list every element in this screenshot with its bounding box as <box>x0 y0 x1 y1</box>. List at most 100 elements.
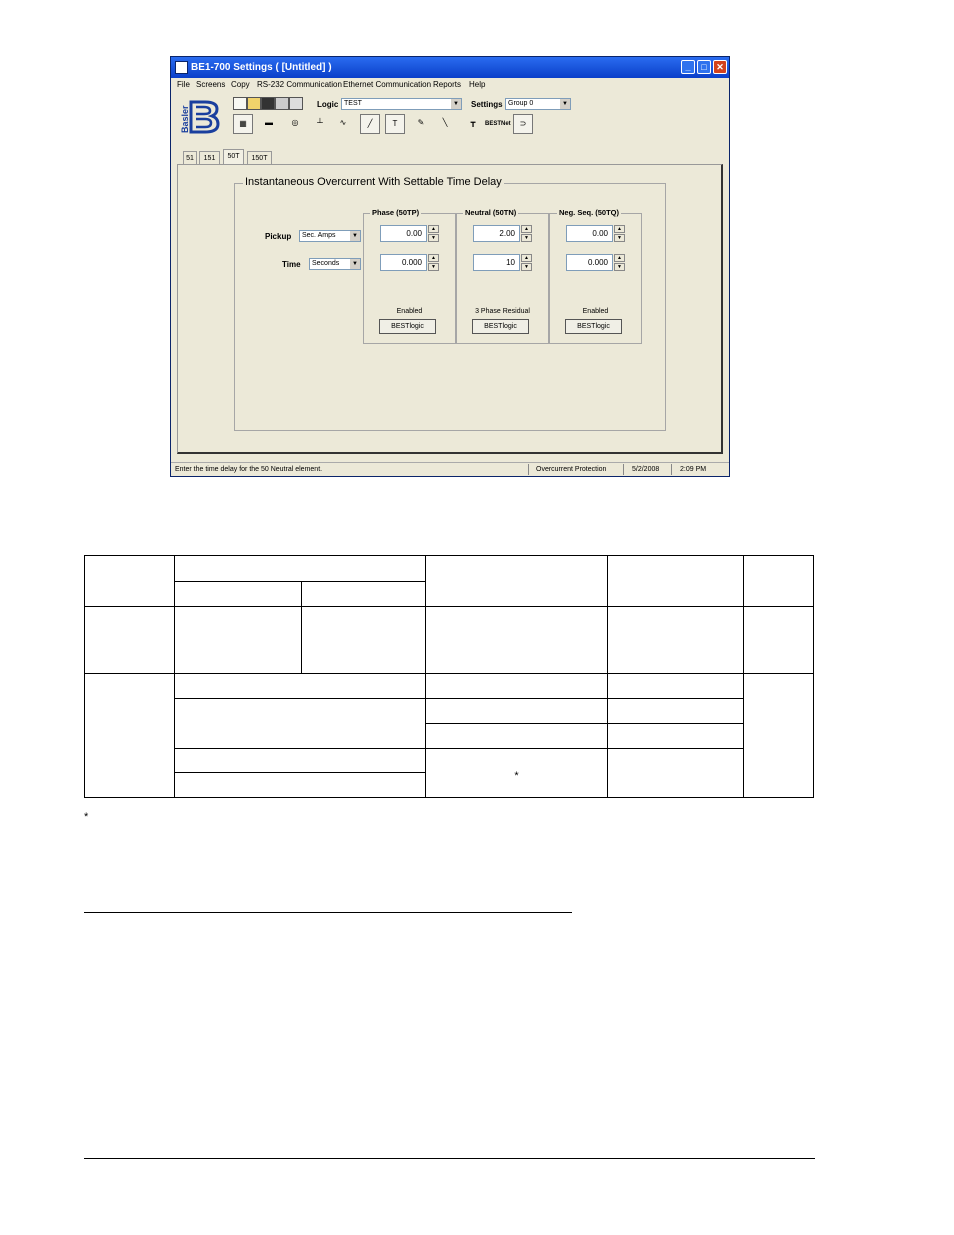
meter-icon[interactable]: ◎ <box>285 114 305 134</box>
tab-151[interactable]: 151 <box>199 151 220 164</box>
basler-logo: Basler <box>180 100 220 134</box>
negseq-time-field[interactable]: 0.000 <box>566 254 613 271</box>
table-cell <box>425 555 608 607</box>
tc-icon[interactable]: ┳ <box>463 114 483 134</box>
menu-copy[interactable]: Copy <box>231 80 250 89</box>
table-cell <box>743 555 814 607</box>
chevron-down-icon[interactable]: ▼ <box>350 231 360 241</box>
chevron-down-icon[interactable]: ▼ <box>560 99 570 109</box>
bestnet-label[interactable]: BESTNet <box>485 121 511 127</box>
logic-value: TEST <box>344 100 362 107</box>
table-cell <box>174 698 426 749</box>
time-units-combo[interactable]: Seconds ▼ <box>309 258 361 270</box>
waveform-icon[interactable]: ∿ <box>333 114 353 134</box>
spin-up-icon[interactable]: ▲ <box>428 254 439 262</box>
settings-group-combo[interactable]: Group 0 ▼ <box>505 98 571 110</box>
phase-pickup-stepper[interactable]: 0.00 ▲ ▼ <box>380 225 440 242</box>
spin-up-icon[interactable]: ▲ <box>428 225 439 233</box>
pickup-units-combo[interactable]: Sec. Amps ▼ <box>299 230 361 242</box>
status-separator <box>623 464 624 475</box>
menu-screens[interactable]: Screens <box>196 80 225 89</box>
title-bar: BE1-700 Settings ( [Untitled] ) _ □ ✕ <box>171 57 729 78</box>
menu-ethernet[interactable]: Ethernet Communication <box>343 80 431 89</box>
pickup-label: Pickup <box>265 232 292 241</box>
close-button[interactable]: ✕ <box>713 60 727 74</box>
phase-status: Enabled <box>396 308 423 315</box>
logic-label: Logic <box>317 100 339 109</box>
tab-51[interactable]: 51 <box>183 151 197 164</box>
minimize-button[interactable]: _ <box>681 60 695 74</box>
pickup-units-value: Sec. Amps <box>302 232 336 239</box>
logic-combo[interactable]: TEST ▼ <box>341 98 462 110</box>
status-time: 2:09 PM <box>680 466 707 473</box>
timer-icon[interactable]: T <box>385 114 405 134</box>
properties-icon[interactable] <box>289 97 303 110</box>
negseq-pickup-field[interactable]: 0.00 <box>566 225 613 242</box>
new-file-icon[interactable] <box>233 97 247 110</box>
table-cell <box>174 673 426 699</box>
neutral-time-field[interactable]: 10 <box>473 254 520 271</box>
negseq-time-stepper[interactable]: 0.000 ▲ ▼ <box>566 254 626 271</box>
neutral-bestlogic-button[interactable]: BESTlogic <box>472 319 529 334</box>
spin-up-icon[interactable]: ▲ <box>614 225 625 233</box>
phase-time-stepper[interactable]: 0.000 ▲ ▼ <box>380 254 440 271</box>
neutral-status: 3 Phase Residual <box>475 308 530 315</box>
asterisk-cell: * <box>425 748 608 798</box>
neutral-time-stepper[interactable]: 10 ▲ ▼ <box>473 254 533 271</box>
status-separator <box>528 464 529 475</box>
menu-rs232[interactable]: RS-232 Communication <box>257 80 342 89</box>
sensing-icon[interactable]: ┴ <box>310 114 330 134</box>
status-message: Enter the time delay for the 50 Neutral … <box>175 466 323 473</box>
neutral-pickup-field[interactable]: 2.00 <box>473 225 520 242</box>
overcurrent-icon[interactable]: ╲ <box>435 114 455 134</box>
negseq-bestlogic-button[interactable]: BESTlogic <box>565 319 622 334</box>
spin-up-icon[interactable]: ▲ <box>614 254 625 262</box>
tab-50t[interactable]: 50T <box>223 149 244 164</box>
table-cell <box>425 698 608 724</box>
inputs-outputs-icon[interactable]: ▦ <box>233 114 253 134</box>
menu-file[interactable]: File <box>177 80 190 89</box>
status-bar: Enter the time delay for the 50 Neutral … <box>171 462 729 476</box>
menu-bar: File Screens Copy RS-232 Communication E… <box>171 78 729 92</box>
print-icon[interactable] <box>275 97 289 110</box>
chevron-down-icon[interactable]: ▼ <box>350 259 360 269</box>
negseq-column-title: Neg. Seq. (50TQ) <box>557 208 622 217</box>
spin-down-icon[interactable]: ▼ <box>614 234 625 242</box>
spin-down-icon[interactable]: ▼ <box>428 263 439 271</box>
spin-down-icon[interactable]: ▼ <box>614 263 625 271</box>
menu-help[interactable]: Help <box>469 80 485 89</box>
table-cell <box>425 606 608 674</box>
window-title: BE1-700 Settings ( [Untitled] ) <box>191 62 332 73</box>
spin-down-icon[interactable]: ▼ <box>521 263 532 271</box>
neutral-pickup-stepper[interactable]: 2.00 ▲ ▼ <box>473 225 533 242</box>
table-cell <box>174 606 302 674</box>
breaker-icon[interactable]: ✎ <box>411 114 431 134</box>
status-screen: Overcurrent Protection <box>536 466 607 473</box>
spin-up-icon[interactable]: ▲ <box>521 225 532 233</box>
table-cell <box>607 698 744 724</box>
table-cell <box>174 555 426 582</box>
negseq-pickup-stepper[interactable]: 0.00 ▲ ▼ <box>566 225 626 242</box>
phase-bestlogic-button[interactable]: BESTlogic <box>379 319 436 334</box>
table-cell <box>301 606 426 674</box>
footer-rule <box>84 1158 815 1159</box>
phase-pickup-field[interactable]: 0.00 <box>380 225 427 242</box>
maximize-button[interactable]: □ <box>697 60 711 74</box>
table-cell <box>425 673 608 699</box>
save-icon[interactable] <box>261 97 275 110</box>
open-folder-icon[interactable] <box>247 97 261 110</box>
relay-icon[interactable]: ▬ <box>259 114 279 134</box>
curve-icon[interactable]: ╱ <box>360 114 380 134</box>
table-cell <box>174 748 426 773</box>
phase-time-field[interactable]: 0.000 <box>380 254 427 271</box>
spin-down-icon[interactable]: ▼ <box>428 234 439 242</box>
spin-up-icon[interactable]: ▲ <box>521 254 532 262</box>
connect-icon[interactable]: ⊃ <box>513 114 533 134</box>
table-cell <box>607 555 744 607</box>
menu-reports[interactable]: Reports <box>433 80 461 89</box>
chevron-down-icon[interactable]: ▼ <box>451 99 461 109</box>
settings-label: Settings <box>471 100 503 109</box>
spin-down-icon[interactable]: ▼ <box>521 234 532 242</box>
tab-150t[interactable]: 150T <box>247 151 272 164</box>
neutral-column-title: Neutral (50TN) <box>463 208 519 217</box>
